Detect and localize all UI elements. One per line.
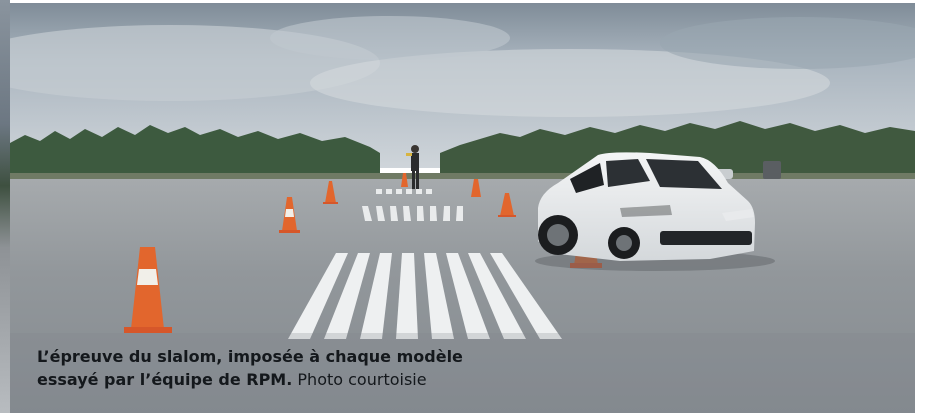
adjacent-photo-edge: [0, 0, 10, 413]
cloud: [270, 16, 510, 60]
photo-frame: L’épreuve du slalom, imposée à chaque mo…: [0, 0, 927, 413]
caption-bold-line-2: essayé par l’équipe de RPM.: [37, 370, 293, 389]
distant-vehicle: [763, 161, 781, 179]
photo-credit: Photo courtoisie: [297, 370, 427, 389]
caption-bold-line-1: L’épreuve du slalom, imposée à chaque mo…: [37, 347, 463, 366]
photo-caption: L’épreuve du slalom, imposée à chaque mo…: [37, 345, 597, 391]
